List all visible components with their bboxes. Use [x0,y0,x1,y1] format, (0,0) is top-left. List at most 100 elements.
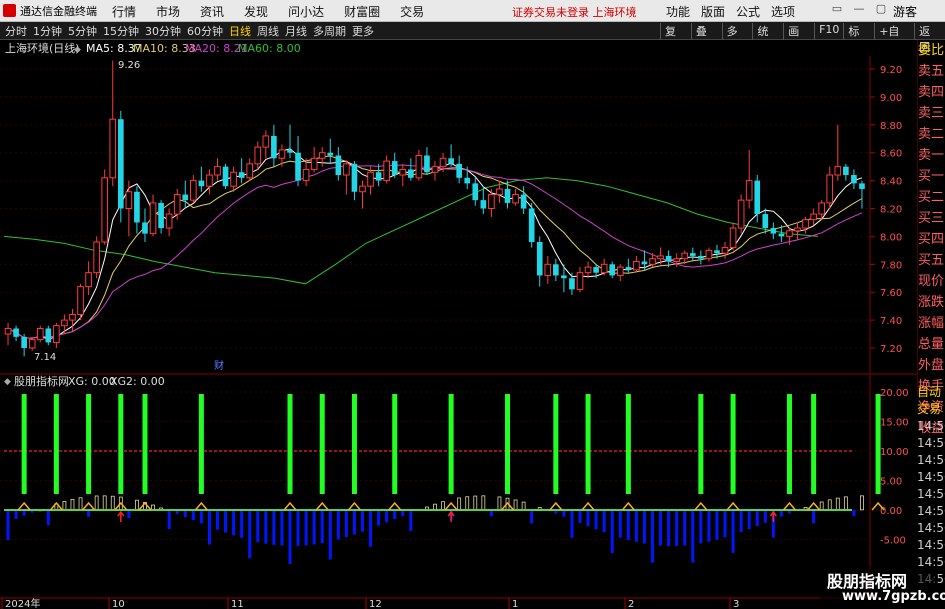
indicator-bar [642,510,646,544]
tab-1min[interactable]: 1分钟 [33,23,62,39]
restore-icon[interactable]: ▭ [826,2,848,15]
candle-body [641,261,648,265]
signal-bar [53,394,59,494]
candle-body [21,336,27,348]
indicator-bar [46,510,50,526]
indicator-bar [812,510,816,524]
signal-bar [553,394,559,494]
indicator-bar [731,510,735,553]
candle-body [222,166,229,187]
indicator-bar [296,510,300,546]
price-tick-label: 7.80 [880,260,902,271]
tab-monthly[interactable]: 月线 [285,23,307,39]
candle-body [698,255,704,259]
candle-body [802,219,809,229]
menu-item-market[interactable]: 市场 [156,3,180,20]
indicator-tick-label: 20.00 [880,388,909,399]
indicator-hollow-bar [94,495,99,511]
candle-body [859,183,865,189]
date-tick-label: 2024年 [5,597,40,609]
candle-body [488,194,495,210]
candle-body [271,135,277,159]
high-annotation: 9.26 [118,60,140,71]
tab-multi-period[interactable]: 多周期 [313,23,346,39]
tab-60min[interactable]: 60分钟 [187,23,223,39]
indicator-bar [570,510,574,538]
dropdown-icon[interactable]: ◆ [74,45,81,55]
menu-item-options[interactable]: 选项 [771,3,795,20]
tab-15min[interactable]: 15分钟 [103,23,139,39]
candle-body [778,233,785,237]
price-tick-label: 8.60 [880,149,902,160]
menu-item-layout[interactable]: 版面 [701,3,725,20]
order-book-lower-label: 14:56 [917,453,945,467]
tab-daily[interactable]: 日线 [229,23,251,39]
candle-body [714,250,720,254]
indicator-bar [207,510,211,545]
candle-body [843,166,849,176]
candle-body [431,166,439,173]
candle-body [399,168,407,176]
order-book-lower-label: 14:56 [917,470,945,484]
candle-body [238,172,245,178]
candle-body [464,177,471,184]
order-book-lower-label: 14:56 [917,538,945,552]
menu-item-quotes[interactable]: 行情 [112,3,136,20]
candle-body [600,263,608,274]
candle-body [544,263,552,276]
menu-item-function[interactable]: 功能 [666,3,690,20]
candle-body [61,319,68,327]
indicator-bar [675,510,679,546]
candle-body [278,149,286,159]
window-controls: ▭ — ▢ [826,2,892,15]
signal-bar [86,394,92,494]
candle-body [737,199,745,229]
indicator-bar [852,510,856,517]
order-book-label: 卖二 [918,127,945,142]
candle-body [189,180,197,201]
menu-item-formula[interactable]: 公式 [736,3,760,20]
indicator-bar [304,510,308,546]
tab-weekly[interactable]: 周线 [257,23,279,39]
tab-30min[interactable]: 30分钟 [145,23,181,39]
menu-item-discover[interactable]: 发现 [244,3,268,20]
order-book-label: 涨幅 [918,316,945,331]
indicator-hollow-bar [819,501,824,511]
maximize-icon[interactable]: ▢ [870,2,892,15]
candle-body [561,275,567,279]
menu-item-trade[interactable]: 交易 [400,3,424,20]
candle-body [327,152,334,156]
minimize-icon[interactable]: — [848,2,870,15]
candle-body [53,325,60,343]
price-tick-label: 9.20 [880,65,902,76]
order-book-label: 买三 [918,211,945,226]
menu-item-wealth[interactable]: 财富圈 [344,3,380,20]
tab-more[interactable]: 更多 [352,23,374,39]
candle-body [480,200,487,209]
kline-chart[interactable]: 上海环境(日线) ◆ MA5: 8.37 MA10: 8.33 MA20: 8.… [0,40,917,609]
ma60-label: MA60: 8.00 [238,42,301,55]
candle-body [689,253,696,256]
indicator-bar [352,510,356,535]
indicator-bar [667,510,671,546]
candle-body [593,267,599,273]
menu-item-news[interactable]: 资讯 [200,3,224,20]
tab-5min[interactable]: 5分钟 [68,23,97,39]
indicator-dropdown-icon[interactable]: ◆ [4,377,11,387]
indicator-bar [360,510,364,532]
login-status[interactable]: 证券交易未登录 上海环境 [512,4,637,20]
indicator-bar [224,510,228,533]
stock-name[interactable]: 上海环境(日线) [5,41,80,55]
tab-timeshare[interactable]: 分时 [5,23,27,39]
candle-body [93,241,100,274]
finance-marker[interactable]: 财 [214,359,224,372]
indicator-name[interactable]: 股朋指标网 [14,374,69,388]
indicator-bar [87,510,91,517]
indicator-hollow-bar [521,501,526,511]
indicator-bar [739,510,743,533]
indicator-bar [634,510,638,542]
indicator-bar [755,510,759,526]
menu-item-ask[interactable]: 问小达 [288,3,324,20]
indicator-bar [191,510,195,521]
guest-user[interactable]: 游客 [893,3,917,20]
